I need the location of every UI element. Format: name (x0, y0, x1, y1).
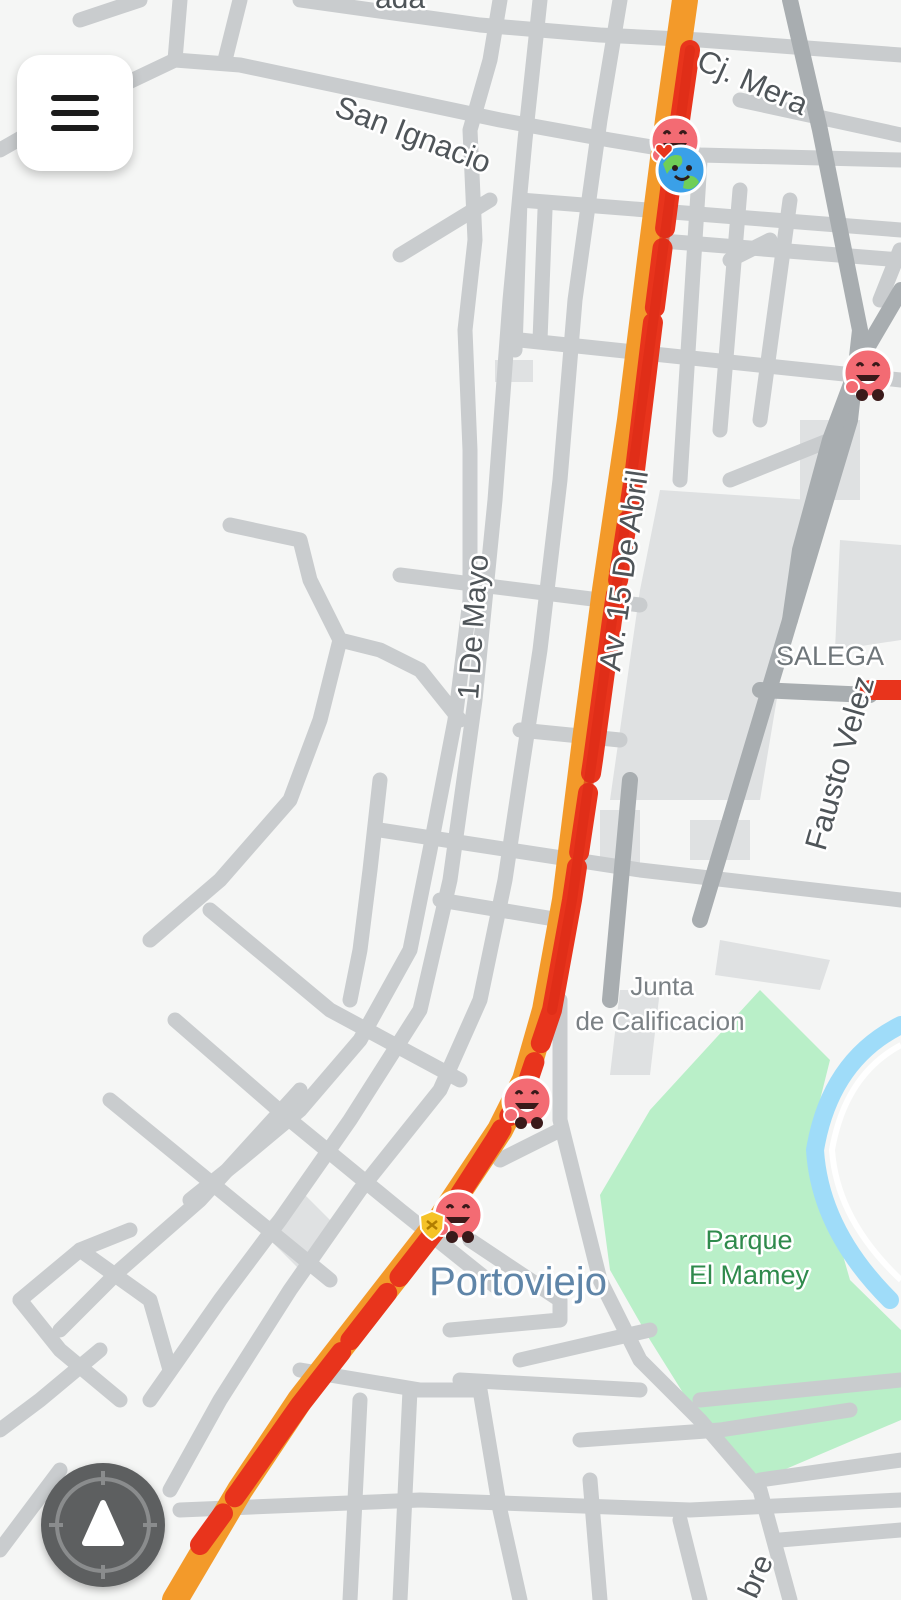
label-park-line2: El Mamey (689, 1260, 810, 1290)
label-park-line1: Parque (705, 1225, 792, 1255)
label-salega: SALEGA (776, 641, 884, 671)
map-canvas[interactable]: ada Cj. Mera San Ignacio Av. 15 De Abril… (0, 0, 901, 1600)
label-city-portoviejo: Portoviejo (429, 1260, 607, 1304)
label-top-partial: ada (375, 0, 425, 15)
label-junta-line2: de Calificacion (575, 1006, 744, 1036)
label-junta-line1: Junta (630, 971, 694, 1001)
recenter-button[interactable] (41, 1463, 165, 1587)
menu-icon (51, 95, 99, 131)
menu-button[interactable] (17, 55, 133, 171)
recenter-navigation-icon (49, 1471, 157, 1579)
